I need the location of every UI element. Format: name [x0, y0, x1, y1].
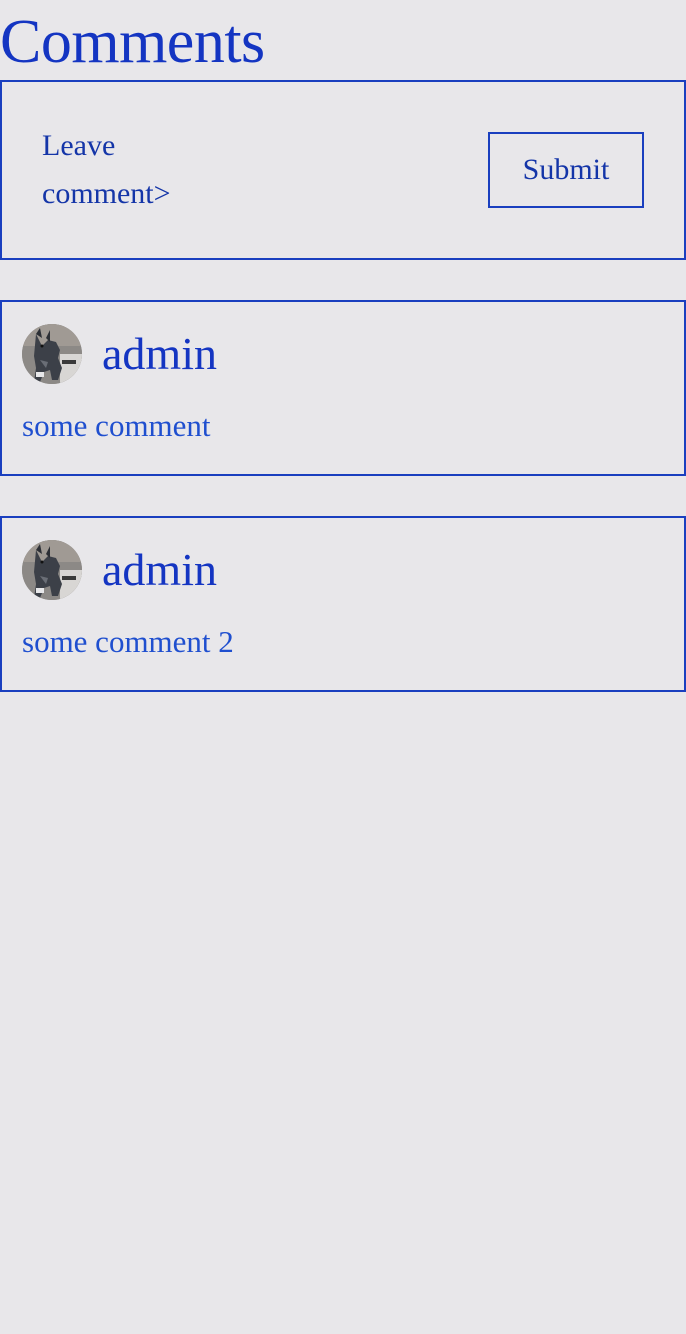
avatar[interactable]	[22, 540, 82, 600]
comment-author: admin	[102, 544, 217, 595]
comment-text: some comment	[22, 408, 211, 443]
comment-author: admin	[102, 328, 217, 379]
comment-text: some comment 2	[22, 624, 234, 659]
comment-card: admin some comment	[0, 300, 686, 476]
submit-button[interactable]: Submit	[488, 132, 644, 208]
avatar[interactable]	[22, 324, 82, 384]
page-title: Comments	[0, 8, 265, 76]
comment-card: admin some comment 2	[0, 516, 686, 692]
dog-avatar-icon	[22, 540, 82, 600]
comment-input[interactable]: Leave comment>	[42, 122, 242, 218]
comment-composer: Leave comment> Submit	[0, 80, 686, 260]
dog-avatar-icon	[22, 324, 82, 384]
